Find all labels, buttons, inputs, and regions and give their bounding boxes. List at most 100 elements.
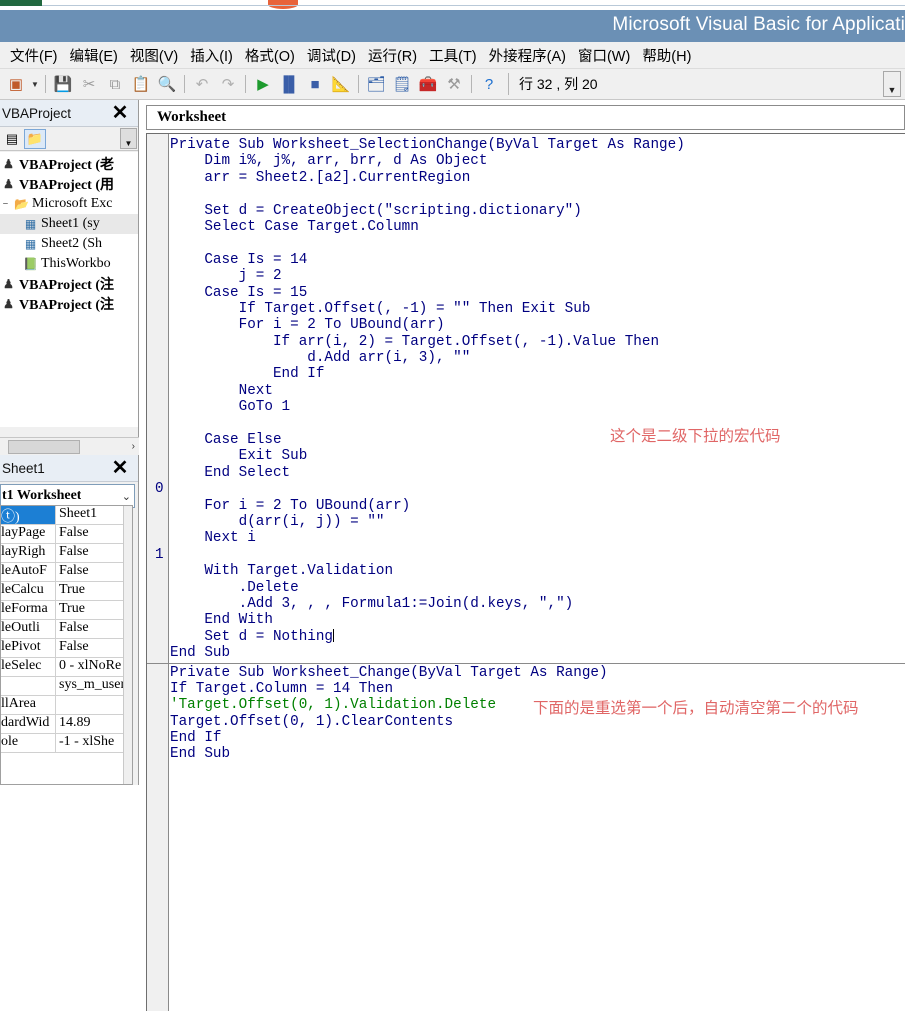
project-explorer-icon[interactable]: 🗂	[364, 72, 388, 96]
property-value[interactable]: False	[56, 620, 132, 638]
menu-run[interactable]: 运行(R)	[362, 42, 423, 69]
menu-help[interactable]: 帮助(H)	[636, 42, 697, 69]
toolbar-separator	[358, 75, 359, 93]
code-line: For i = 2 To UBound(arr)	[170, 497, 411, 514]
toggle-folders-icon[interactable]: 📁	[24, 128, 46, 149]
property-name: leOutli	[1, 620, 56, 638]
property-value[interactable]: False	[56, 563, 132, 581]
property-value[interactable]: True	[56, 582, 132, 600]
property-value[interactable]: False	[56, 639, 132, 657]
code-line: 1	[155, 546, 164, 563]
left-docked-panels: VBAProject ✕ ▤ 📁 ▼ ♟ VBAProject (老 ♟ VBAPro…	[0, 100, 139, 1011]
help-icon[interactable]: ?	[477, 72, 501, 96]
find-icon[interactable]: 🔍	[155, 72, 179, 96]
property-name: leSelec	[1, 658, 56, 676]
property-row[interactable]: leSelec 0 - xlNoRe	[1, 658, 132, 677]
menu-view[interactable]: 视图(V)	[124, 42, 184, 69]
menu-addins[interactable]: 外接程序(A)	[483, 42, 572, 69]
properties-window-icon[interactable]: 🗒	[390, 72, 414, 96]
property-row[interactable]: dardWid 14.89	[1, 715, 132, 734]
tree-item[interactable]: ♟ VBAProject (老	[0, 154, 138, 174]
tree-item[interactable]: ▦ Sheet1 (sy	[0, 214, 138, 234]
property-row[interactable]: leForma True	[1, 601, 132, 620]
tree-item[interactable]: ♟ VBAProject (注	[0, 294, 138, 314]
property-value[interactable]: 0 - xlNoRe	[56, 658, 132, 676]
copy-icon[interactable]: ⧉	[103, 72, 127, 96]
property-value[interactable]: -1 - xlShe	[56, 734, 132, 752]
property-name: layRigh	[1, 544, 56, 562]
code-line: Set d = Nothing	[170, 628, 335, 645]
break-icon[interactable]: ▐▌	[277, 72, 301, 96]
tree-item[interactable]: ▦ Sheet2 (Sh	[0, 234, 138, 254]
cursor-position-status: 行 32 , 列 20	[508, 73, 598, 95]
worksheet-icon: ▦	[24, 236, 37, 251]
menu-debug[interactable]: 调试(D)	[301, 42, 362, 69]
toolbar-separator	[184, 75, 185, 93]
close-icon[interactable]: ✕	[108, 102, 132, 124]
reset-icon[interactable]: ■	[303, 72, 327, 96]
chevron-down-icon[interactable]: ⌄	[122, 490, 131, 503]
undo-icon[interactable]: ↶	[190, 72, 214, 96]
property-row[interactable]: ole -1 - xlShe	[1, 734, 132, 753]
menu-insert[interactable]: 插入(I)	[184, 42, 239, 69]
property-value[interactable]: 14.89	[56, 715, 132, 733]
property-value[interactable]: False	[56, 525, 132, 543]
scroll-down-icon[interactable]: ▼	[120, 128, 137, 149]
project-tree-hscrollbar[interactable]: ›	[0, 437, 139, 455]
hscroll-thumb[interactable]	[8, 439, 80, 454]
menu-window[interactable]: 窗口(W)	[572, 42, 636, 69]
code-line: With Target.Validation	[170, 563, 394, 580]
expander-icon[interactable]: −	[0, 196, 11, 212]
property-value[interactable]	[56, 696, 132, 714]
property-row[interactable]: leOutli False	[1, 620, 132, 639]
tree-item[interactable]: ♟ VBAProject (注	[0, 274, 138, 294]
property-value[interactable]: Sheet1	[56, 506, 132, 524]
close-icon[interactable]: ✕	[108, 457, 132, 479]
code-text[interactable]: Private Sub Worksheet_SelectionChange(By…	[147, 137, 905, 1011]
design-mode-icon[interactable]: 📐	[329, 72, 353, 96]
menu-format[interactable]: 格式(O)	[239, 42, 301, 69]
property-row[interactable]: lePivot False	[1, 639, 132, 658]
property-row[interactable]: llArea	[1, 696, 132, 715]
view-excel-icon[interactable]: ▣	[4, 72, 28, 96]
cut-icon[interactable]: ✂	[77, 72, 101, 96]
property-row[interactable]: leAutoF False	[1, 563, 132, 582]
property-row[interactable]: sys_m_user	[1, 677, 132, 696]
code-editor-body[interactable]: Private Sub Worksheet_SelectionChange(By…	[146, 133, 905, 1011]
code-line: .Delete	[170, 579, 299, 596]
tree-item[interactable]: ♟ VBAProject (用	[0, 174, 138, 194]
toolbar-overflow-spinner[interactable]: ▼	[883, 71, 901, 97]
menu-edit[interactable]: 编辑(E)	[64, 42, 124, 69]
property-value[interactable]: True	[56, 601, 132, 619]
tree-item-label: VBAProject (老	[19, 158, 114, 173]
code-line: arr = Sheet2.[a2].CurrentRegion	[170, 169, 471, 186]
project-explorer-title: VBAProject	[2, 105, 72, 121]
property-row[interactable]: leCalcu True	[1, 582, 132, 601]
save-icon[interactable]: 💾	[51, 72, 75, 96]
redo-icon[interactable]: ↷	[216, 72, 240, 96]
run-icon[interactable]: ▶	[251, 72, 275, 96]
property-name: llArea	[1, 696, 56, 714]
project-tree[interactable]: ♟ VBAProject (老 ♟ VBAProject (用 − 📂 Microsoft …	[0, 152, 138, 427]
properties-grid-scrollbar[interactable]	[123, 506, 132, 784]
menu-file[interactable]: 文件(F)	[4, 42, 64, 69]
view-code-icon[interactable]: ▤	[1, 129, 23, 149]
annotation-clear-second: 下面的是重选第一个后，自动清空第二个的代码	[533, 699, 859, 717]
property-row[interactable]: ⓣ) Sheet1	[1, 506, 132, 525]
property-row[interactable]: layRigh False	[1, 544, 132, 563]
tree-item[interactable]: − 📂 Microsoft Exc	[0, 194, 138, 214]
dropdown-caret-icon[interactable]: ▼	[29, 80, 41, 89]
property-value[interactable]: sys_m_user	[56, 677, 132, 695]
tree-item[interactable]: 📗 ThisWorkbo	[0, 254, 138, 274]
chevron-right-icon[interactable]: ›	[132, 441, 135, 452]
code-line: d(arr(i, j)) = ""	[170, 513, 385, 530]
property-value[interactable]: False	[56, 544, 132, 562]
menu-tools[interactable]: 工具(T)	[423, 42, 483, 69]
code-line: End With	[170, 612, 273, 629]
toolbox-icon[interactable]: ⚒	[442, 72, 466, 96]
tree-item-label: ThisWorkbo	[41, 256, 111, 271]
properties-grid[interactable]: ⓣ) Sheet1 layPage False layRigh False leAutoF F…	[0, 505, 133, 785]
paste-icon[interactable]: 📋	[129, 72, 153, 96]
object-browser-icon[interactable]: 🧰	[416, 72, 440, 96]
property-row[interactable]: layPage False	[1, 525, 132, 544]
